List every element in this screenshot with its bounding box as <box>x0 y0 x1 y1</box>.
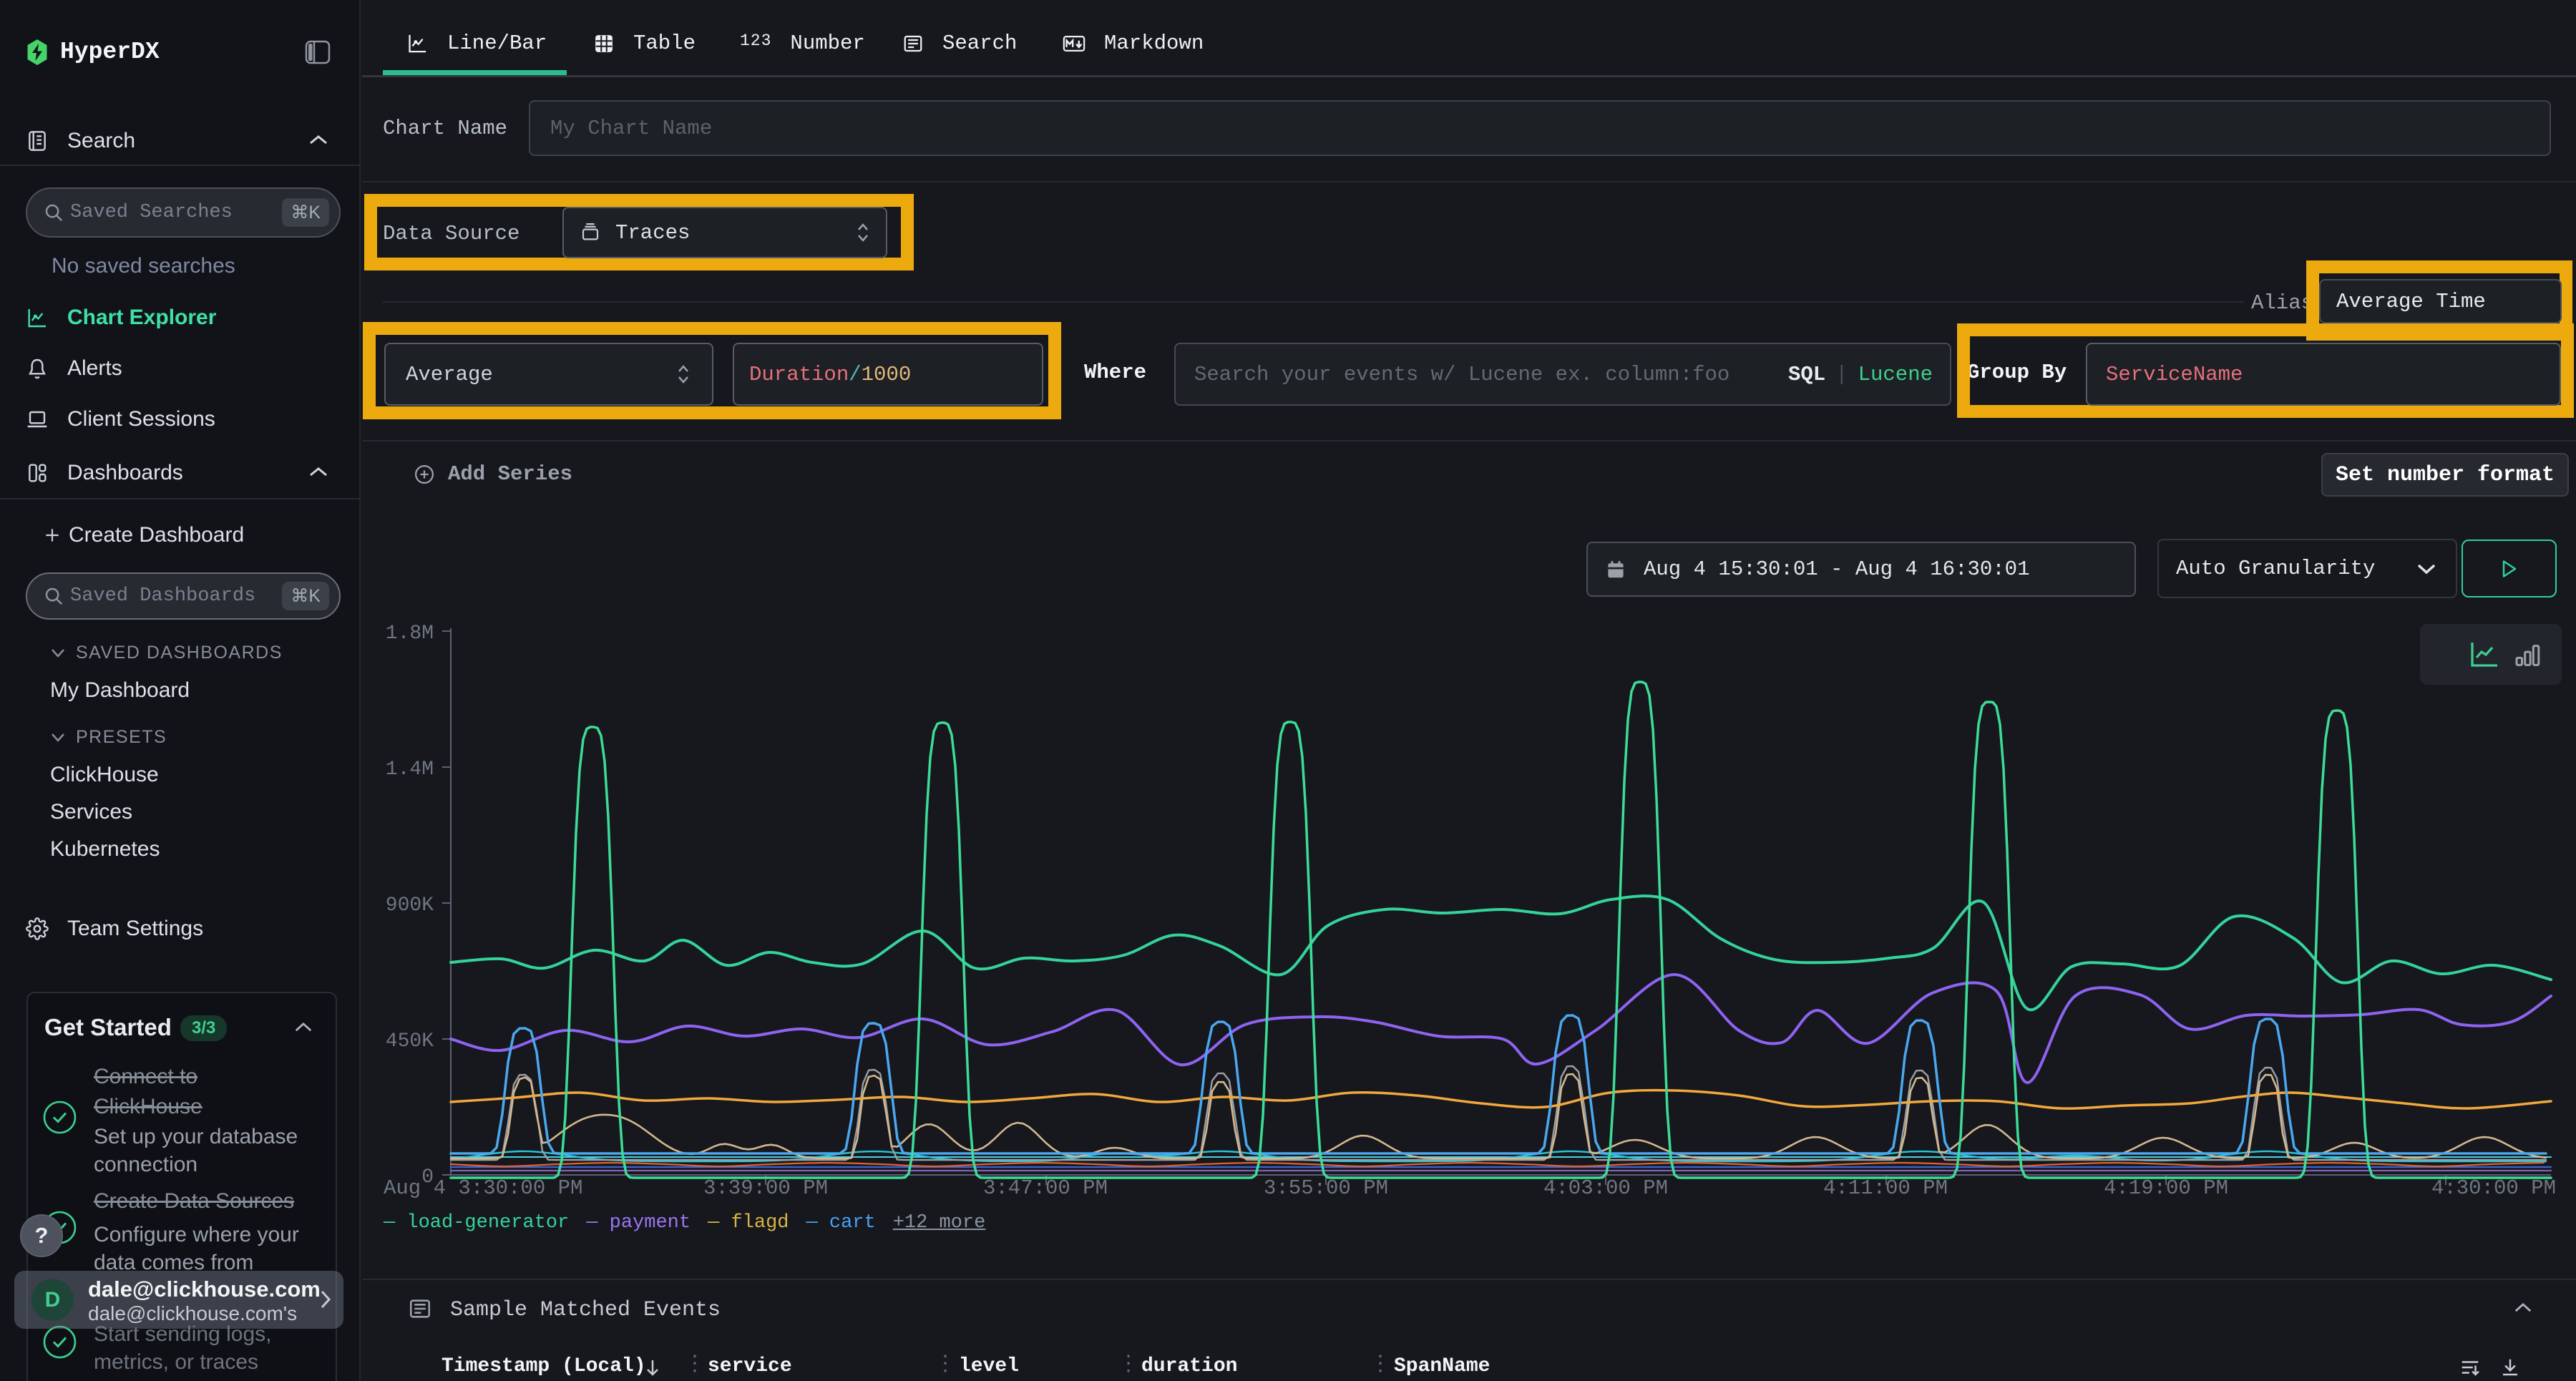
svg-text:4:11:00 PM: 4:11:00 PM <box>1823 1176 1948 1200</box>
svg-text:4:19:00 PM: 4:19:00 PM <box>2104 1176 2228 1200</box>
svg-text:1.8M: 1.8M <box>386 623 434 645</box>
svg-text:3:47:00 PM: 3:47:00 PM <box>983 1176 1108 1200</box>
svg-text:3:39:00 PM: 3:39:00 PM <box>703 1176 828 1200</box>
svg-text:4:03:00 PM: 4:03:00 PM <box>1543 1176 1668 1200</box>
svg-text:4:30:00 PM: 4:30:00 PM <box>2431 1176 2556 1200</box>
svg-text:900K: 900K <box>386 894 434 917</box>
svg-text:450K: 450K <box>386 1030 434 1053</box>
svg-text:1.4M: 1.4M <box>386 758 434 781</box>
svg-text:3:55:00 PM: 3:55:00 PM <box>1264 1176 1388 1200</box>
svg-text:Aug 4 3:30:00 PM: Aug 4 3:30:00 PM <box>384 1176 582 1200</box>
